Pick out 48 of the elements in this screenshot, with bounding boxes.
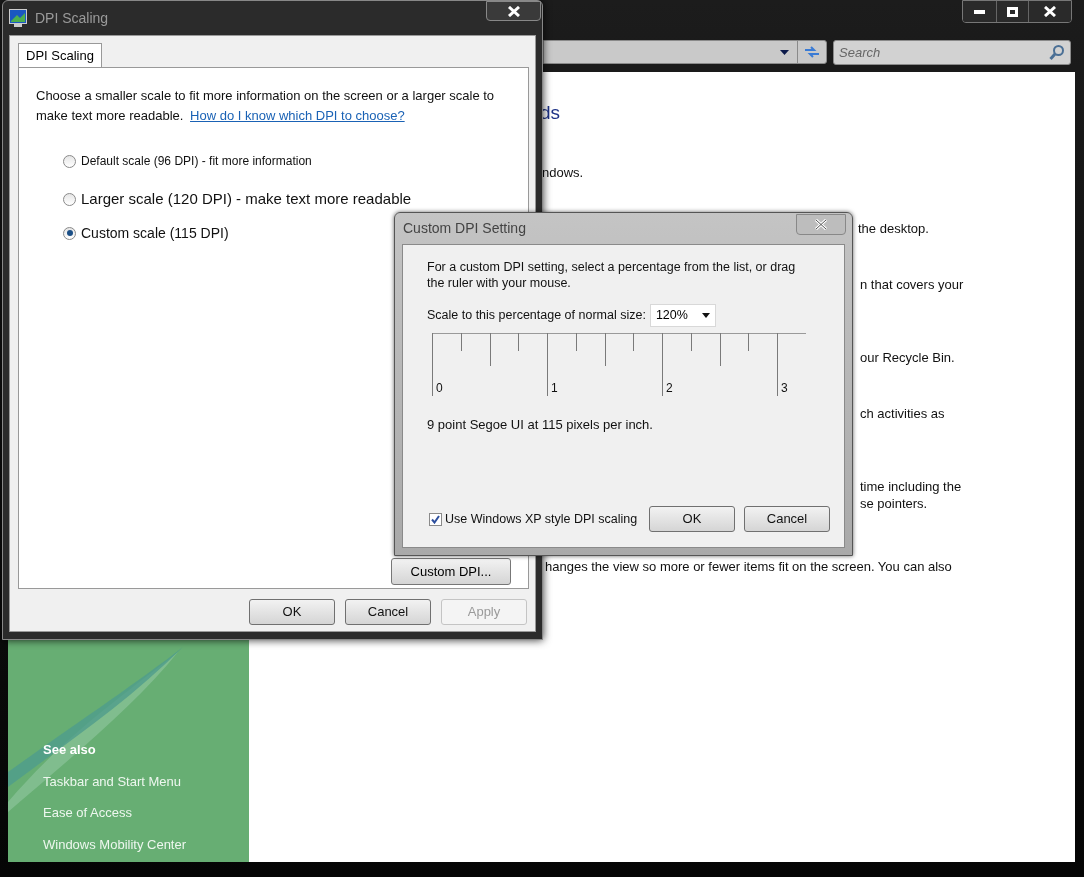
scale-radio[interactable]: Default scale (96 DPI) - fit more information [63,152,312,170]
ruler-label: 0 [436,380,443,397]
tab[interactable]: DPI Scaling [18,43,102,68]
window-title: DPI Scaling [35,8,109,28]
minimize-icon [974,9,985,14]
close-icon [815,219,827,230]
maximize-icon [1007,6,1018,17]
description-text: time including the [860,478,962,496]
checkbox-label: Use Windows XP style DPI scaling [445,510,638,528]
ruler-label: 2 [666,380,673,397]
description-text: our Recycle Bin. [860,349,955,367]
dropdown-icon [780,49,789,55]
description-text: Choose a smaller scale to fit more information on the screen or a larger scale to make text more readable. How do I know which DPI to choose? [36,87,496,125]
dialog-button[interactable]: OK [249,599,335,625]
display-icon [9,9,27,27]
dialog-button[interactable]: OK [649,506,735,532]
close-button[interactable] [486,1,541,21]
description-text: ch activities as [860,405,945,423]
scale-dropdown[interactable]: 120% [649,304,716,327]
maximize-button[interactable] [997,1,1029,22]
scale-radio[interactable]: Custom scale (115 DPI) [63,222,229,244]
ruler-label: 3 [781,380,788,397]
instructions-text: For a custom DPI setting, select a percentage from the list, or drag the ruler with your mouse. [427,259,797,291]
custom-dpi-button[interactable]: Custom DPI... [391,558,511,585]
close-button[interactable] [1029,1,1071,22]
sample-text: 9 point Segoe UI at 115 pixels per inch. [427,416,654,434]
ruler-label: 1 [551,380,558,397]
dialog-button[interactable]: Cancel [744,506,830,532]
dialog-button[interactable]: Cancel [345,599,431,625]
minimize-button[interactable] [963,1,997,22]
dialog-title: Custom DPI Setting [403,219,526,238]
description-text: the desktop. [858,220,929,238]
refresh-icon[interactable] [804,45,820,59]
description-text: n that covers your [860,276,964,294]
search-icon [1049,45,1064,61]
help-link[interactable]: How do I know which DPI to choose? [190,108,405,123]
close-icon [1044,6,1056,17]
ruler-drawing[interactable] [432,333,806,396]
description-text: ndows. [542,164,584,182]
scale-radio[interactable]: Larger scale (120 DPI) - make text more readable [63,188,412,211]
search-field[interactable]: Search [833,40,1071,65]
see-also-heading: See also [43,741,97,759]
scale-label: Scale to this percentage of normal size: [427,307,646,325]
dropdown-icon [701,313,710,318]
description-text: se pointers. [860,495,928,513]
description-text: hanges the view so more or fewer items fit on the screen. You can also [545,558,952,576]
close-icon [507,5,520,17]
checkbox[interactable] [429,512,442,526]
